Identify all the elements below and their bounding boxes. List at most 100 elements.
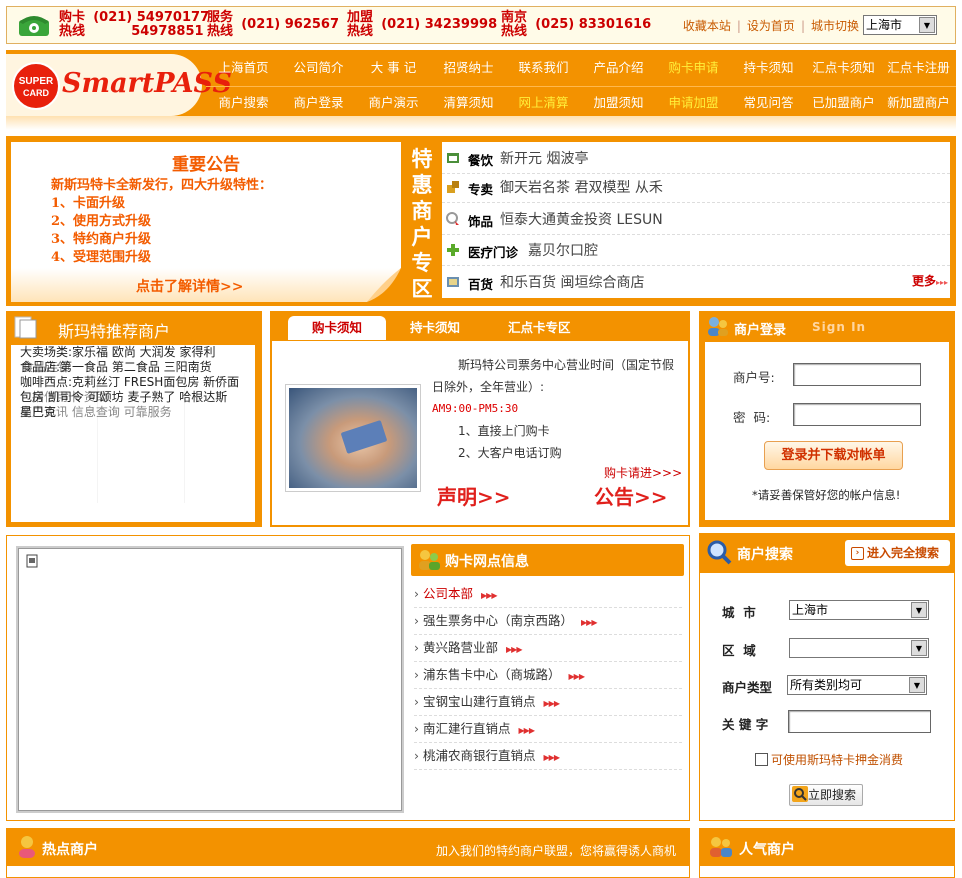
recommend-overlay: 食品连锁 包括信用卡 资助 商户资讯 信息查询 可靠服务 — [20, 360, 172, 419]
full-search-button[interactable]: › 进入完全搜索 — [845, 540, 950, 566]
hot-merchants-title: 热点商户 — [42, 842, 98, 858]
login-button[interactable]: 登录并下载对帐单 — [764, 441, 903, 470]
nav-item[interactable]: 招贤纳士 — [431, 52, 506, 84]
search-type-select[interactable]: 所有类别均可 ▼ — [787, 675, 927, 695]
users-add-icon — [419, 550, 440, 570]
nav-row-1: 上海首页 公司简介大 事 记招贤纳士 联系我们 产品介绍 购卡申请 持卡须知 汇点卡须知 汇点… — [206, 52, 956, 84]
search-type-label: 商户类型 — [722, 680, 773, 695]
nav-item[interactable]: 商户演示 — [356, 87, 431, 118]
map-frame[interactable] — [16, 546, 404, 813]
special-merchant-row[interactable]: 百货 和乐百货 闽垣综合商店 — [442, 266, 950, 298]
nav-item[interactable]: 大 事 记 — [356, 52, 431, 84]
tab-buy-card[interactable]: 购卡须知 — [288, 316, 387, 340]
page-curl-icon — [367, 268, 401, 302]
jewelry-icon — [446, 212, 459, 225]
special-zone-label: 特惠商户专区 — [404, 142, 440, 301]
arrow-icon: ▶▶▶ — [543, 753, 561, 762]
arrow-icon: ▶▶▶ — [543, 699, 561, 708]
deposit-label: 可使用斯玛特卡押金消费 — [771, 753, 904, 767]
tab-card-holder[interactable]: 持卡须知 — [386, 316, 484, 340]
special-merchant-row[interactable]: 餐饮 新开元 烟波亭 — [442, 142, 950, 174]
search-title: 商户搜索 — [737, 547, 793, 563]
nav-item[interactable]: 产品介绍 — [581, 52, 656, 84]
nav-item[interactable]: 申请加盟 — [656, 87, 731, 118]
login-title: 商户登录 — [734, 323, 787, 338]
arrow-icon: ▶▶▶ — [481, 591, 498, 600]
notice-link[interactable]: 公告>> — [594, 481, 668, 510]
search-submit-button[interactable]: 立即搜索 — [789, 784, 863, 806]
network-item[interactable]: › 浦东售卡中心（商城路） ▶▶▶ — [414, 662, 682, 689]
recommend-line[interactable]: 大卖场类:家乐福 欧尚 大润发 家得利 — [20, 345, 242, 360]
arrow-icon: ▶▶▶ — [518, 726, 536, 735]
super-card-badge-icon: SUPER CARD — [12, 62, 60, 110]
search-area-select[interactable]: ▼ — [789, 638, 929, 658]
nav-item[interactable]: 新加盟商户 — [881, 87, 956, 118]
password-input[interactable] — [793, 403, 921, 426]
special-merchant-row[interactable]: 专卖 御天岩名茶 君双模型 从禾 — [442, 171, 950, 203]
document-icon — [14, 316, 37, 339]
nav-item[interactable]: 上海首页 — [206, 52, 281, 84]
search-icon — [792, 786, 808, 802]
nav-item[interactable]: 加盟须知 — [581, 87, 656, 118]
tab-huidian-card[interactable]: 汇点卡专区 — [484, 316, 595, 340]
network-item[interactable]: › 宝钢宝山建行直销点 ▶▶▶ — [414, 689, 682, 716]
announcement-more-bar[interactable]: 点击了解详情>> — [11, 268, 401, 302]
nav-row-2: 商户搜索 商户登录 商户演示 清算须知 网上清算 加盟须知 申请加盟 常见问答 已加盟商户 新加盟… — [206, 86, 956, 118]
nav-item[interactable]: 联系我们 — [506, 52, 581, 84]
special-merchant-row[interactable]: 医疗门诊 嘉贝尔口腔 — [442, 234, 950, 266]
more-link[interactable]: 更多▸▸▸ — [912, 272, 948, 289]
announcement-point: 4、受理范围升级 — [51, 250, 152, 265]
deposit-checkbox[interactable] — [755, 753, 768, 766]
nav-item[interactable]: 购卡申请 — [656, 52, 731, 84]
hot-merchants-body — [6, 866, 690, 878]
favorite-link[interactable]: 收藏本站 — [683, 19, 731, 33]
search-city-select[interactable]: 上海市 ▼ — [789, 600, 929, 620]
popular-merchants-title: 人气商户 — [739, 842, 795, 858]
business-hours: 斯玛特公司票务中心营业时间（国定节假 日除外，全年营业）: AM9:00-PM5… — [432, 358, 675, 460]
top-links: 收藏本站 | 设为首页 | 城市切换 — [682, 19, 859, 33]
nav-item[interactable]: 常见问答 — [731, 87, 806, 118]
phone-icon — [19, 16, 49, 36]
set-homepage-link[interactable]: 设为首页 — [747, 19, 795, 33]
nav-item[interactable]: 已加盟商户 — [806, 87, 881, 118]
search-keyword-label: 关 键 字 — [722, 717, 769, 732]
nav-item[interactable]: 清算须知 — [431, 87, 506, 118]
search-city-label: 城 市 — [722, 605, 756, 620]
nav-item[interactable]: 网上清算 — [506, 87, 581, 118]
arrow-icon: ▶▶▶ — [568, 672, 586, 681]
announcement-box[interactable]: 重要公告 新斯玛特卡全新发行，四大升级特性： 1、卡面升级 2、使用方式升级 3… — [11, 142, 401, 302]
popular-merchants-body — [699, 866, 955, 878]
statement-link[interactable]: 声明>> — [437, 481, 511, 510]
join-slogan[interactable]: 加入我们的特约商户联盟，您将赢得诱人商机 — [436, 842, 676, 859]
chevron-down-icon: ▼ — [911, 640, 927, 656]
nav-item[interactable]: 持卡须知 — [731, 52, 806, 84]
broken-image-icon — [26, 554, 38, 568]
announcement-point: 3、特约商户升级 — [51, 232, 152, 247]
medical-cross-icon — [447, 244, 459, 256]
network-item[interactable]: › 强生票务中心（南京西路） ▶▶▶ — [414, 608, 682, 635]
buy-card-link[interactable]: 购卡请进>>> — [604, 464, 682, 481]
hotline-join: 加盟 热线 (021) 34239998 — [347, 10, 498, 39]
users-icon — [710, 837, 732, 857]
nav-item[interactable]: 汇点卡注册 — [881, 52, 956, 84]
network-item[interactable]: › 黄兴路营业部 ▶▶▶ — [414, 635, 682, 662]
store-icon — [447, 277, 459, 287]
chevron-down-icon: ▼ — [911, 602, 927, 618]
merchant-no-input[interactable] — [793, 363, 921, 386]
nav-item[interactable]: 商户搜索 — [206, 87, 281, 118]
announcement-more-link[interactable]: 点击了解详情>> — [136, 276, 243, 296]
svg-text:SUPER: SUPER — [19, 76, 54, 87]
users-icon — [708, 317, 728, 336]
login-title-en: Sign In — [812, 320, 867, 334]
network-item[interactable]: › 公司本部 ▶▶▶ — [414, 581, 682, 608]
city-select[interactable]: 上海市 ▼ — [863, 15, 937, 35]
network-item[interactable]: › 桃浦农商银行直销点 ▶▶▶ — [414, 743, 682, 770]
search-keyword-input[interactable] — [788, 710, 931, 733]
special-merchant-row[interactable]: 饰品 恒泰大通黄金投资 LESUN — [442, 203, 950, 235]
logo[interactable]: SUPER CARD SmartPASS — [6, 54, 232, 116]
nav-item[interactable]: 汇点卡须知 — [806, 52, 881, 84]
merchant-no-label: 商户号: — [733, 370, 775, 385]
nav-item[interactable]: 商户登录 — [281, 87, 356, 118]
network-item[interactable]: › 南汇建行直销点 ▶▶▶ — [414, 716, 682, 743]
nav-item[interactable]: 公司简介 — [281, 52, 356, 84]
